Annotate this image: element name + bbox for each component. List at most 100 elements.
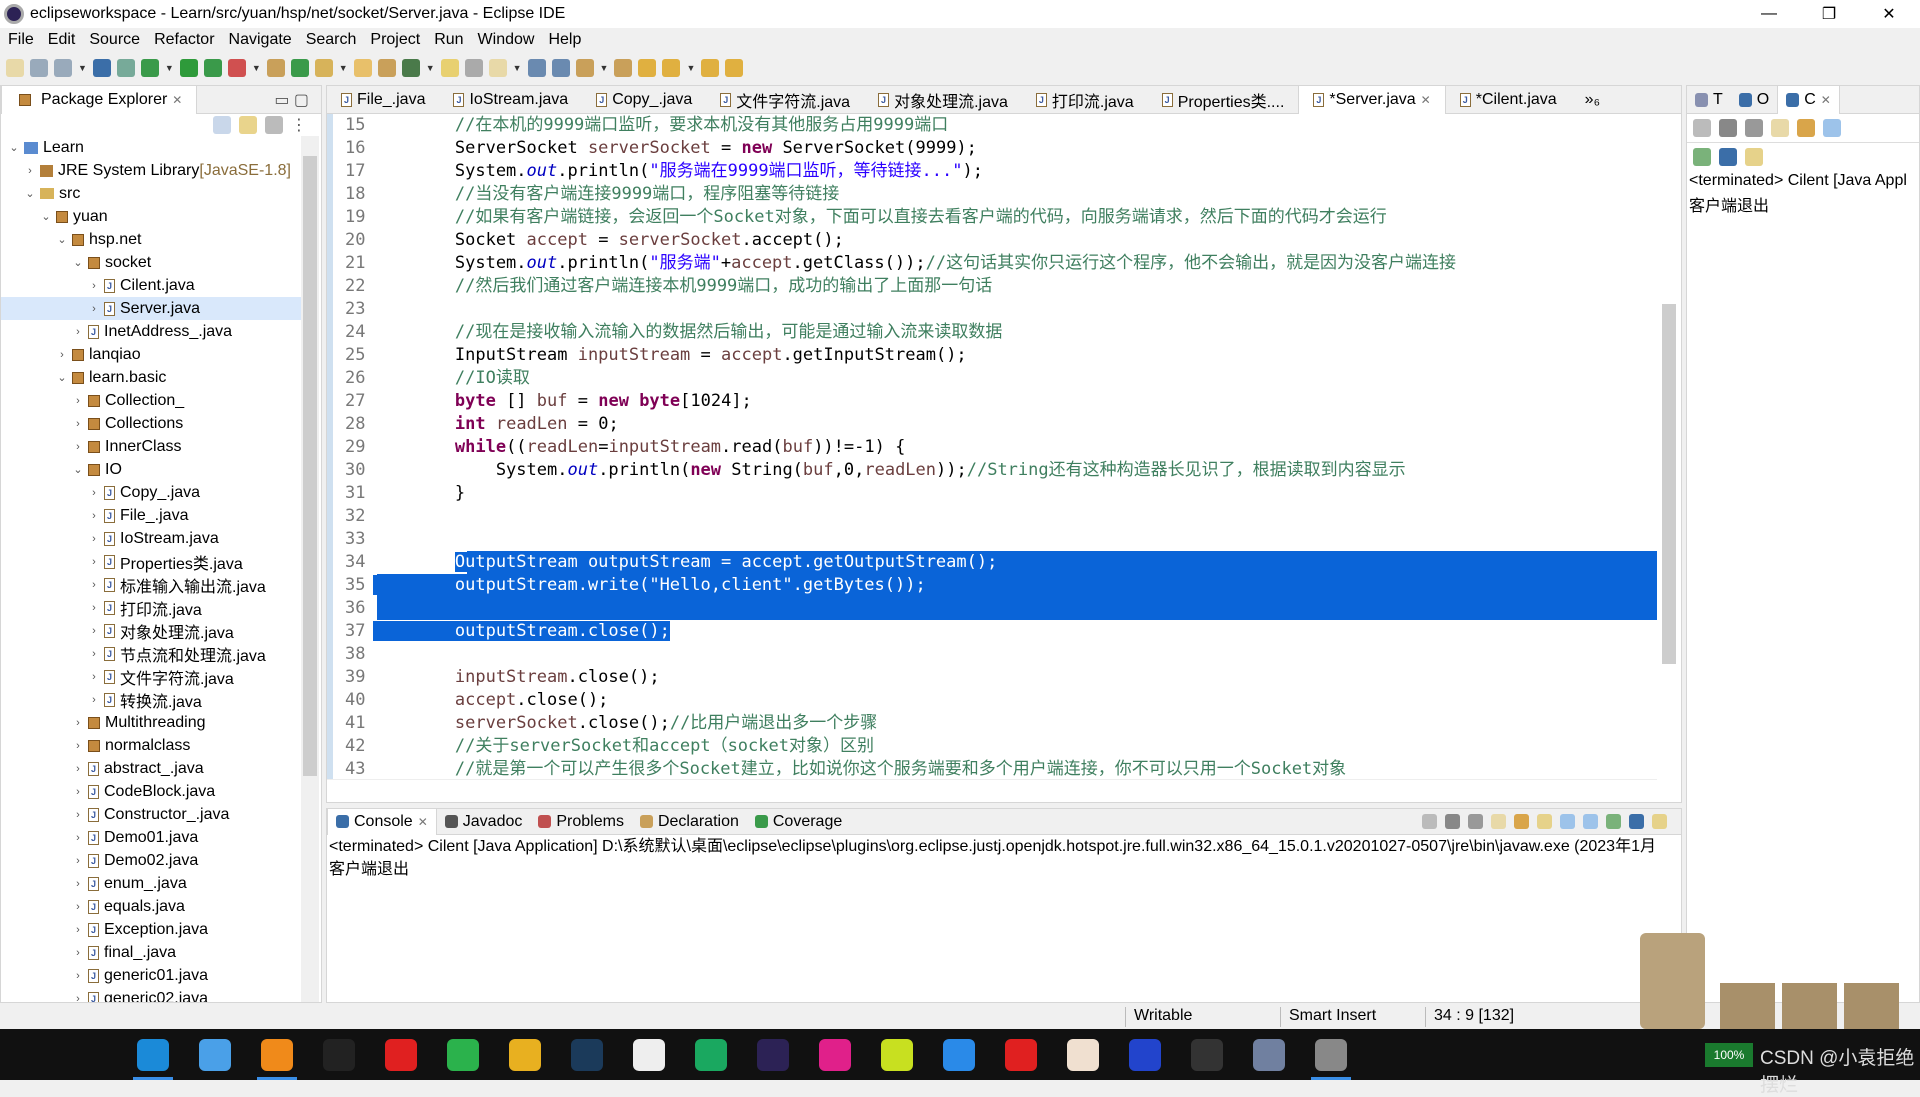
chevron-right-icon[interactable]: › xyxy=(87,280,101,292)
chevron-right-icon[interactable]: › xyxy=(71,924,85,936)
chevron-right-icon[interactable]: › xyxy=(71,395,85,407)
toolbar-icon-12[interactable] xyxy=(353,59,372,77)
editor-tab[interactable]: J 打印流.java xyxy=(1022,86,1148,114)
scrollbar-thumb[interactable] xyxy=(303,156,317,776)
taskbar-anime-app-icon[interactable] xyxy=(1067,1039,1099,1071)
code-line[interactable]: 29 while((readLen=inputStream.read(buf))… xyxy=(327,436,1657,459)
chevron-right-icon[interactable]: › xyxy=(87,579,101,591)
console-tab-problems[interactable]: Problems xyxy=(530,809,632,835)
toolbar-icon-5[interactable] xyxy=(140,59,159,77)
chevron-right-icon[interactable]: › xyxy=(87,602,101,614)
chevron-right-icon[interactable]: › xyxy=(87,625,101,637)
chevron-right-icon[interactable]: › xyxy=(71,878,85,890)
chevron-right-icon[interactable]: › xyxy=(87,556,101,568)
tree-item[interactable]: › JRE System Library [JavaSE-1.8] xyxy=(1,159,301,182)
view-menu-icon[interactable]: ⋮ xyxy=(291,115,307,135)
chevron-right-icon[interactable]: › xyxy=(55,349,69,361)
taskbar-pycharm-icon[interactable] xyxy=(881,1039,913,1071)
taskbar-intellij-idea-icon[interactable] xyxy=(819,1039,851,1071)
tab-package-explorer[interactable]: Package Explorer ✕ xyxy=(1,85,198,114)
tree-item[interactable]: › J CodeBlock.java xyxy=(1,780,301,803)
code-line[interactable]: 36 xyxy=(327,597,1657,620)
code-line[interactable]: 30 System.out.println(new String(buf,0,r… xyxy=(327,459,1657,482)
chevron-right-icon[interactable]: › xyxy=(71,740,85,752)
toolbar-icon-24[interactable] xyxy=(701,59,720,77)
editor-tab[interactable]: J File_.java xyxy=(327,86,439,114)
tree-item[interactable]: › J 标准输入输出流.java xyxy=(1,573,301,596)
close-icon[interactable]: ✕ xyxy=(1821,93,1831,107)
chevron-right-icon[interactable]: › xyxy=(87,671,101,683)
chevron-right-icon[interactable]: › xyxy=(87,510,101,522)
menu-source[interactable]: Source xyxy=(89,31,140,49)
chevron-right-icon[interactable]: › xyxy=(71,441,85,453)
close-icon[interactable]: ✕ xyxy=(172,93,182,107)
editor-tab[interactable]: J Properties类.... xyxy=(1148,86,1299,114)
tree-item[interactable]: › Jgeneric02.java xyxy=(1,987,301,1002)
menu-run[interactable]: Run xyxy=(434,31,463,49)
chevron-right-icon[interactable]: › xyxy=(87,648,101,660)
taskbar-eclipse-running-icon[interactable] xyxy=(1315,1039,1347,1071)
tree-item[interactable]: › J Cilent.java xyxy=(1,274,301,297)
code-line[interactable]: 43 //就是第一个可以产生很多个Socket建立，比如说你这个服务端要和多个用… xyxy=(327,758,1657,779)
dropdown-arrow-icon[interactable]: ▼ xyxy=(600,63,609,73)
toolbar-icon-19[interactable] xyxy=(551,59,570,77)
toolbar-icon-4[interactable] xyxy=(116,59,135,77)
link-with-editor-icon[interactable] xyxy=(239,116,257,134)
tree-item[interactable]: › J Constructor_.java xyxy=(1,803,301,826)
code-line[interactable]: 37 outputStream.close(); xyxy=(327,620,1657,643)
chevron-right-icon[interactable]: › xyxy=(71,901,85,913)
dropdown-arrow-icon[interactable]: ▼ xyxy=(686,63,695,73)
console-toolbar-icon-8[interactable] xyxy=(1606,814,1621,829)
console-toolbar-icon-9[interactable] xyxy=(1629,814,1644,829)
tree-item[interactable]: › Multithreading xyxy=(1,711,301,734)
open-console-icon[interactable] xyxy=(1745,147,1763,166)
tree-item[interactable]: › InnerClass xyxy=(1,435,301,458)
editor-vertical-scrollbar[interactable] xyxy=(1657,114,1681,779)
dropdown-arrow-icon[interactable]: ▼ xyxy=(339,63,348,73)
taskbar-files-icon[interactable] xyxy=(199,1039,231,1071)
chevron-right-icon[interactable]: › xyxy=(87,303,101,315)
tree-item[interactable]: › Collections xyxy=(1,412,301,435)
tree-item[interactable]: › Jequals.java xyxy=(1,895,301,918)
menu-project[interactable]: Project xyxy=(370,31,420,49)
editor-horizontal-scrollbar[interactable] xyxy=(327,779,1657,802)
console-toolbar-icon-1[interactable] xyxy=(1445,814,1460,829)
taskbar-eclipse-icon[interactable] xyxy=(757,1039,789,1071)
tree-item[interactable]: › J 对象处理流.java xyxy=(1,619,301,642)
code-line[interactable]: 15 //在本机的9999端口监听，要求本机没有其他服务占用9999端口 xyxy=(327,114,1657,137)
toolbar-icon-25[interactable] xyxy=(725,59,744,77)
tree-item[interactable]: › J 节点流和处理流.java xyxy=(1,642,301,665)
dropdown-arrow-icon[interactable]: ▼ xyxy=(426,63,435,73)
taskbar-app-v4-icon[interactable] xyxy=(1129,1039,1161,1071)
chevron-down-icon[interactable]: ⌄ xyxy=(71,256,85,269)
explorer-scrollbar[interactable] xyxy=(301,136,319,1002)
tab-overflow-button[interactable]: »₆ xyxy=(1571,86,1614,114)
editor-tab[interactable]: J IoStream.java xyxy=(439,86,582,114)
code-line[interactable]: 40 accept.close(); xyxy=(327,689,1657,712)
code-editor[interactable]: 15 //在本机的9999端口监听，要求本机没有其他服务占用9999端口 16 S… xyxy=(327,114,1657,779)
chevron-right-icon[interactable]: › xyxy=(71,786,85,798)
code-line[interactable]: 25 InputStream inputStream = accept.getI… xyxy=(327,344,1657,367)
console-tab[interactable]: C ✕ xyxy=(1777,85,1840,114)
chevron-right-icon[interactable]: › xyxy=(71,326,85,338)
menu-edit[interactable]: Edit xyxy=(48,31,76,49)
chevron-down-icon[interactable]: ⌄ xyxy=(7,141,21,154)
close-icon[interactable]: ✕ xyxy=(1421,93,1431,107)
console-tab-console[interactable]: Console ✕ xyxy=(327,808,437,835)
toolbar-icon-21[interactable] xyxy=(614,59,633,77)
code-line[interactable]: 42 //关于serverSocket和accept（socket对象）区别 xyxy=(327,735,1657,758)
tree-item[interactable]: ⌄ yuan xyxy=(1,205,301,228)
dropdown-arrow-icon[interactable]: ▼ xyxy=(513,63,522,73)
code-line[interactable]: 26 //IO读取 xyxy=(327,367,1657,390)
remove-all-icon[interactable] xyxy=(1745,119,1763,137)
terminate-icon[interactable] xyxy=(1693,119,1711,137)
menu-search[interactable]: Search xyxy=(306,31,357,49)
code-line[interactable]: 33 xyxy=(327,528,1657,551)
code-line[interactable]: 18 //当没有客户端连接9999端口，程序阻塞等待链接 xyxy=(327,183,1657,206)
tree-item[interactable]: ⌄ IO xyxy=(1,458,301,481)
display-console-icon[interactable] xyxy=(1719,147,1737,166)
toolbar-icon-20[interactable] xyxy=(575,59,594,77)
code-line[interactable]: 27 byte [] buf = new byte[1024]; xyxy=(327,390,1657,413)
taskbar-chrome-icon[interactable] xyxy=(509,1039,541,1071)
code-line[interactable]: 41 serverSocket.close();//比用户端退出多一个步骤 xyxy=(327,712,1657,735)
